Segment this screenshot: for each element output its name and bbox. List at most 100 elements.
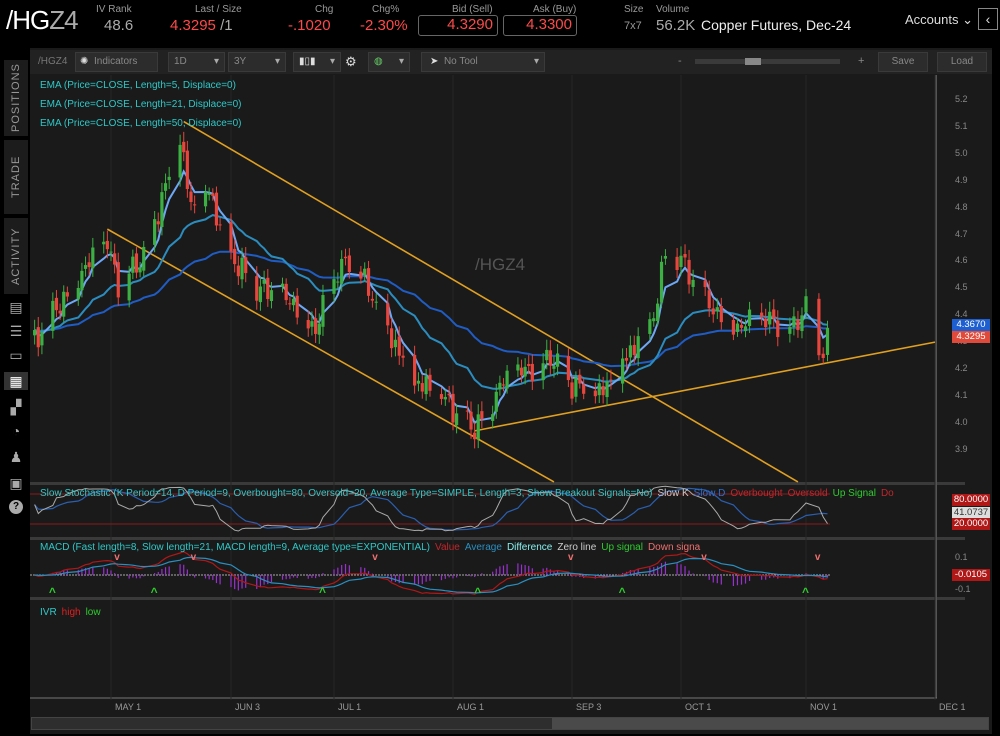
candle-up [744,326,747,331]
price-tick: 4.8 [955,202,968,212]
candle-down [255,276,258,301]
price-tick: 5.0 [955,148,968,158]
candle-down [687,260,690,285]
candle-down [344,257,347,258]
candle-up [204,192,207,207]
candle-down [218,224,221,225]
ema21-legend[interactable]: EMA (Price=CLOSE, Length=21, Displace=0) [40,99,242,110]
candle-up [826,328,829,355]
price-tick: 4.6 [955,255,968,265]
candle-down [520,368,523,376]
candle-up [516,365,519,371]
candle-down [285,284,288,300]
candle-up [748,310,751,326]
legend-high: high [62,607,81,618]
candle-up [80,271,83,290]
candle-down [229,222,232,251]
macd-down-signal-icon: v [815,552,821,563]
candle-down [266,278,269,299]
candle-up [629,345,632,357]
candle-up [444,397,447,399]
horizontal-scrollbar[interactable] [31,717,989,730]
candle-up [281,284,284,287]
candle-down [822,354,825,358]
candle-down [88,262,91,267]
macd-up-signal-icon: ^ [151,585,158,599]
candle-down [683,254,686,257]
macd-down-signal-icon: v [114,552,120,563]
macd-down-signal-icon: v [191,552,197,563]
price-tick: 4.5 [955,282,968,292]
macd-up-signal-icon: ^ [49,585,56,599]
candle-down [776,320,779,337]
panel-divider [30,537,965,540]
scrollbar-thumb[interactable] [552,718,988,729]
legend-average: Average [465,542,502,553]
candle-down [193,204,196,205]
candle-down [296,296,299,318]
candle-up [716,307,719,311]
price-chart[interactable]: ^v^v^v^v^v^v [0,0,1000,736]
macd-up-signal-icon: ^ [802,585,809,599]
candle-down [570,382,573,398]
stoch-legend: Slow Stochastic (K Period=14, D Period=9… [40,488,960,499]
legend-overbought: Overbought [730,488,782,499]
candle-up [545,350,548,360]
candle-down [732,320,735,335]
candle-up [84,265,87,269]
last-price-tag: 4.3295 [952,331,990,343]
chart-watermark: /HGZ4 [475,255,525,275]
ema50-legend[interactable]: EMA (Price=CLOSE, Length=50, Displace=0) [40,118,242,129]
candle-down [401,356,404,358]
candle-down [135,253,138,272]
candle-down [58,311,61,314]
legend-up-signal: Up signal [601,542,643,553]
candle-down [428,375,431,391]
legend-oversold: Oversold [788,488,828,499]
candle-down [189,192,192,202]
candle-down [113,253,116,264]
candle-down [421,383,424,391]
candle-down [186,151,189,189]
ivr-title[interactable]: IVR [40,607,57,618]
price-tick: 4.2 [955,363,968,373]
candle-down [182,142,185,152]
ema5-legend[interactable]: EMA (Price=CLOSE, Length=5, Displace=0) [40,80,236,91]
candle-down [440,394,443,399]
candle-down [371,299,374,301]
price-tick: 5.2 [955,94,968,104]
candle-down [817,299,820,355]
candle-up [153,219,156,245]
legend-down-signal: Do [881,488,894,499]
candle-down [451,394,454,423]
candle-up [138,267,141,272]
candle-up [679,256,682,267]
candle-down [502,384,505,385]
candle-down [314,318,317,334]
macd-down-signal-icon: v [568,552,574,563]
time-tick: MAY 1 [115,702,141,712]
candle-up [491,414,494,421]
candle-down [359,272,362,279]
candle-up [40,332,43,345]
candle-up [91,248,94,269]
stoch-title[interactable]: Slow Stochastic (K Period=14, D Period=9… [40,488,653,499]
candle-up [128,274,131,301]
overbought-tag: 80.0000 [952,494,990,506]
price-tick: 4.4 [955,309,968,319]
candle-down [398,337,401,356]
macd-title[interactable]: MACD (Fast length=8, Slow length=21, MAC… [40,542,430,553]
macd-axis-top: 0.1 [955,552,968,562]
candle-up [164,183,167,191]
candle-up [556,353,559,366]
legend-up-signal: Up Signal [833,488,876,499]
candle-down [211,194,214,196]
candle-down [237,266,240,277]
candle-down [117,262,120,297]
candle-down [66,292,69,296]
candle-down [720,306,723,322]
time-tick: NOV 1 [810,702,837,712]
candle-down [527,364,530,366]
candle-down [549,350,552,365]
candle-up [495,392,498,412]
